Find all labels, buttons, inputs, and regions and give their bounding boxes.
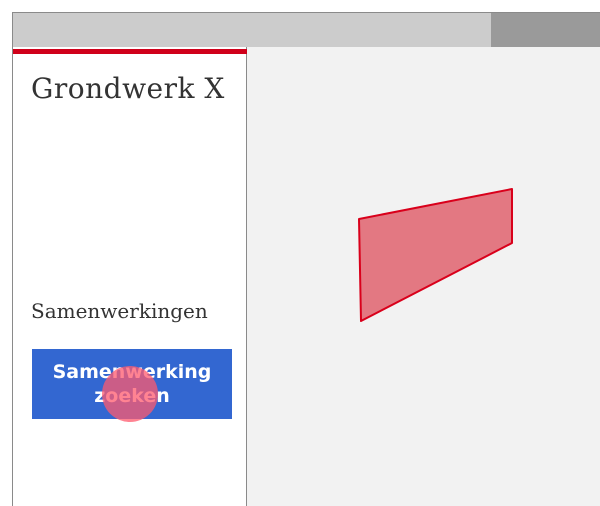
app-title: Grondwerk X — [31, 72, 225, 105]
search-collaboration-button-label: Samenwerking zoeken — [52, 361, 212, 407]
highlight-shape[interactable] — [358, 188, 513, 322]
top-bar-right-block — [491, 13, 600, 47]
section-label-samenwerkingen: Samenwerkingen — [31, 299, 208, 323]
shape-layer — [358, 188, 513, 322]
sidebar-accent-bar — [13, 49, 247, 54]
sidebar — [13, 47, 247, 506]
search-collaboration-button[interactable]: Samenwerking zoeken — [32, 349, 232, 419]
